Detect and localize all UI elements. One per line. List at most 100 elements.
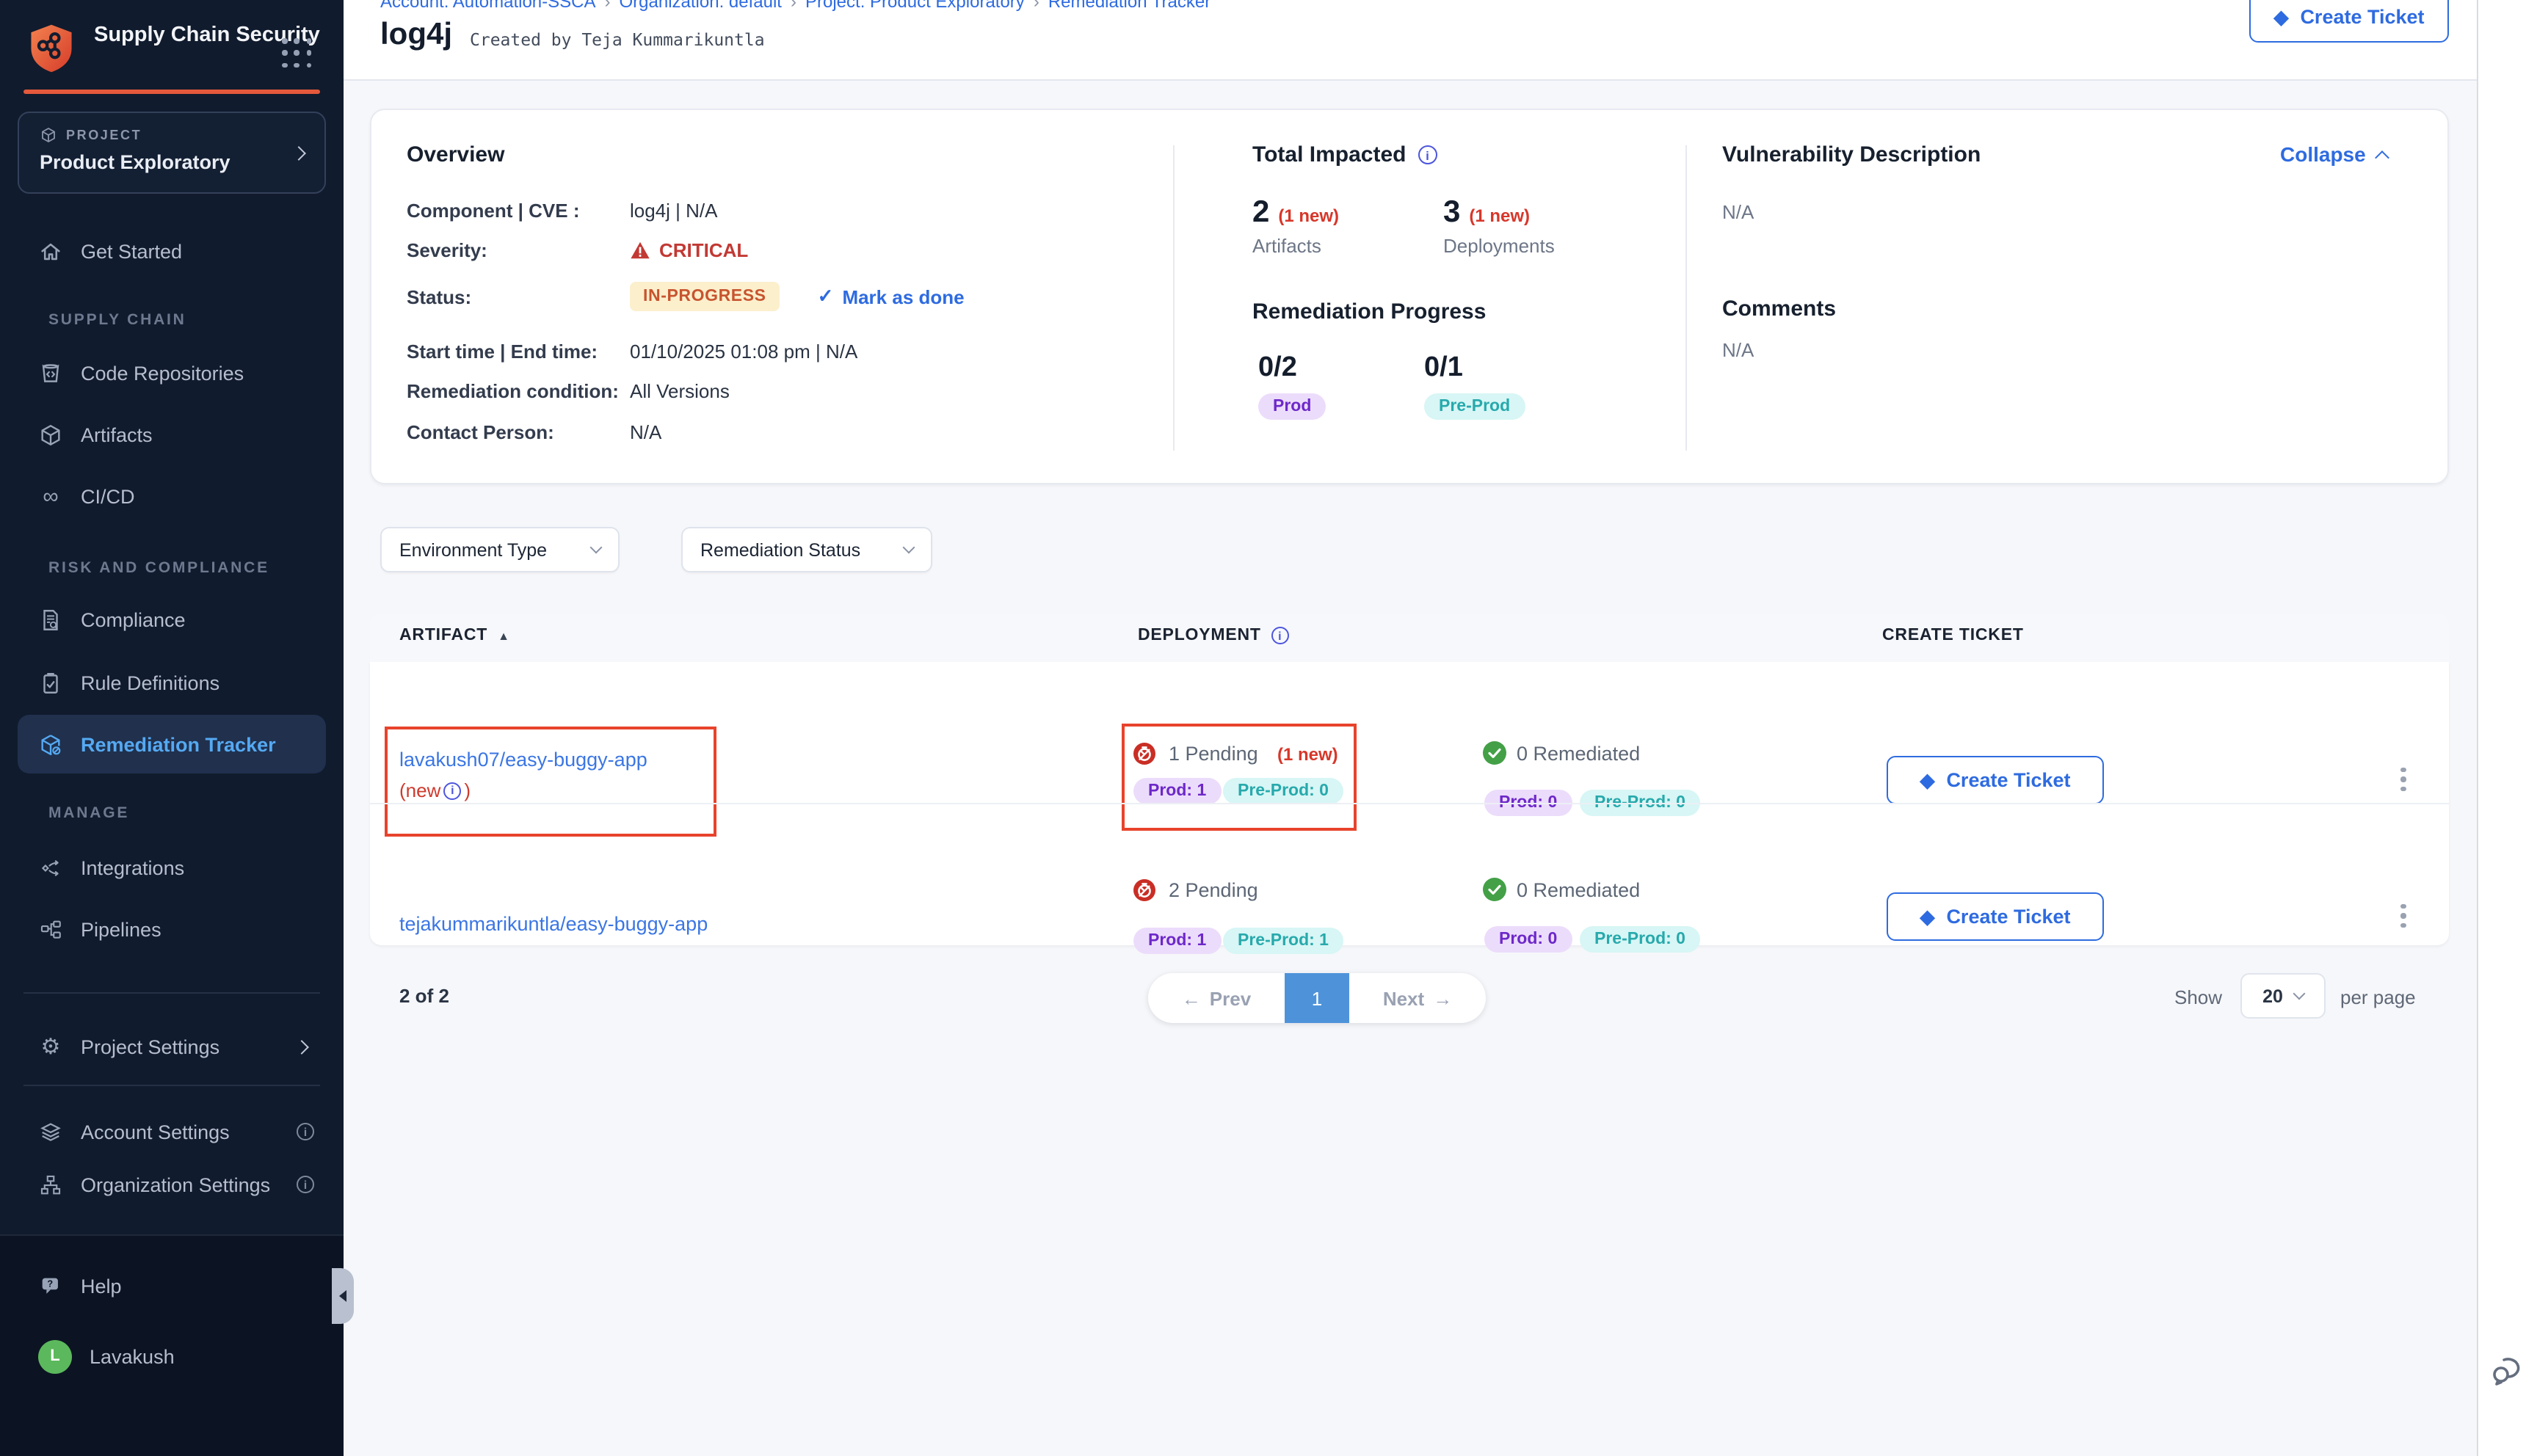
- deployments-label: Deployments: [1443, 235, 1555, 257]
- code-repo-icon: [38, 360, 63, 385]
- sidebar-item-compliance[interactable]: Compliance: [38, 599, 186, 640]
- sidebar-item-label: Artifacts: [81, 423, 153, 445]
- support-chat-icon[interactable]: [2490, 1350, 2528, 1388]
- total-impacted-heading: Total Impacted: [1252, 142, 1407, 167]
- integrations-icon: [38, 855, 63, 880]
- create-ticket-button[interactable]: ◆ Create Ticket: [1887, 892, 2104, 941]
- chevron-down-icon: [590, 542, 603, 554]
- jira-diamond-icon: ◆: [1920, 907, 1934, 926]
- preprod-count-badge: Pre-Prod: 0: [1223, 778, 1343, 804]
- page-size-select[interactable]: 20: [2240, 973, 2326, 1019]
- pipelines-icon: [38, 917, 63, 942]
- sidebar-collapse-handle[interactable]: [332, 1268, 354, 1324]
- pending-new-badge: (1 new): [1277, 744, 1338, 765]
- pending-count: 1 Pending: [1169, 743, 1258, 765]
- sidebar-item-label: Rule Definitions: [81, 671, 219, 694]
- prod-count-badge: Prod: 1: [1133, 778, 1221, 804]
- page-size-value: 20: [2262, 986, 2283, 1006]
- prod-badge: Prod: [1258, 393, 1326, 420]
- create-ticket-button[interactable]: ◆ Create Ticket: [1887, 756, 2104, 804]
- sidebar-item-account-settings[interactable]: Account Settings i: [38, 1111, 326, 1152]
- mark-as-done-link[interactable]: ✓ Mark as done: [818, 285, 965, 308]
- sidebar-item-label: Compliance: [81, 608, 186, 630]
- row-actions-menu[interactable]: [2390, 762, 2417, 797]
- prod-remediated-badge: Prod: 0: [1484, 926, 1572, 953]
- breadcrumb-account[interactable]: Account: Automation-SSCA: [380, 0, 596, 12]
- column-header-artifact[interactable]: ARTIFACT ▲: [399, 627, 510, 644]
- project-label-row: PROJECT: [40, 126, 142, 144]
- app-logo-block: Supply Chain Security: [23, 21, 320, 84]
- preprod-remediated-badge: Pre-Prod: 0: [1580, 926, 1700, 953]
- progress-prod-block: 0/2 Prod: [1258, 352, 1326, 420]
- condition-value: All Versions: [630, 380, 730, 402]
- pending-icon: [1133, 879, 1155, 901]
- sidebar-item-rule-definitions[interactable]: Rule Definitions: [38, 662, 219, 703]
- sidebar-item-remediation-tracker[interactable]: Remediation Tracker: [18, 715, 326, 774]
- artifact-link[interactable]: tejakummarikuntla/easy-buggy-app: [399, 913, 708, 935]
- sidebar-item-artifacts[interactable]: Artifacts: [38, 414, 153, 455]
- show-label: Show: [2174, 986, 2222, 1008]
- progress-preprod-block: 0/1 Pre-Prod: [1424, 352, 1525, 420]
- arrow-right-icon: →: [1433, 987, 1452, 1009]
- section-label-supply-chain: SUPPLY CHAIN: [48, 311, 186, 329]
- info-icon[interactable]: i: [1271, 627, 1289, 644]
- comments-heading: Comments: [1722, 296, 1836, 321]
- info-icon[interactable]: i: [443, 782, 461, 799]
- create-ticket-button[interactable]: ◆ Create Ticket: [2249, 0, 2449, 43]
- sidebar-item-label: Pipelines: [81, 918, 161, 940]
- pagination: ← Prev 1 Next →: [1148, 973, 1486, 1023]
- avatar: L: [38, 1339, 72, 1373]
- created-by-text: Created by Teja Kummarikuntla: [470, 29, 765, 50]
- remediation-status-filter[interactable]: Remediation Status: [681, 527, 932, 572]
- environment-type-filter[interactable]: Environment Type: [380, 527, 620, 572]
- environment-type-label: Environment Type: [399, 539, 547, 560]
- next-page-button[interactable]: Next →: [1349, 973, 1486, 1023]
- breadcrumb-organization[interactable]: Organization: default: [620, 0, 783, 12]
- artifacts-new-badge: (1 new): [1278, 205, 1339, 226]
- info-icon[interactable]: i: [1418, 145, 1437, 164]
- card-divider: [1685, 145, 1687, 451]
- overview-heading: Overview: [407, 142, 504, 167]
- sidebar-item-project-settings[interactable]: ⚙ Project Settings: [38, 1026, 326, 1067]
- sidebar-item-help[interactable]: ? Help: [38, 1265, 122, 1306]
- sidebar-item-cicd[interactable]: ∞ CI/CD: [38, 476, 135, 517]
- sidebar-item-code-repositories[interactable]: Code Repositories: [38, 352, 244, 393]
- infinity-icon: ∞: [38, 485, 63, 507]
- help-chat-icon: ?: [38, 1273, 63, 1298]
- home-icon: [38, 239, 63, 263]
- status-label: Status:: [407, 285, 630, 307]
- sidebar-item-integrations[interactable]: Integrations: [38, 847, 184, 888]
- collapse-link[interactable]: Collapse: [2280, 142, 2388, 166]
- user-menu[interactable]: L Lavakush: [38, 1336, 175, 1377]
- row-actions-menu[interactable]: [2390, 898, 2417, 933]
- scrollbar-gutter[interactable]: [2477, 0, 2537, 1456]
- results-count: 2 of 2: [399, 985, 449, 1007]
- apps-grid-icon[interactable]: [282, 38, 314, 70]
- artifact-link[interactable]: lavakush07/easy-buggy-app: [399, 749, 647, 771]
- sidebar-item-pipelines[interactable]: Pipelines: [38, 909, 161, 950]
- clipboard-check-icon: [38, 670, 63, 695]
- sidebar-item-get-started[interactable]: Get Started: [38, 230, 182, 272]
- artifact-cell: lavakush07/easy-buggy-app (new i ): [399, 747, 647, 801]
- preprod-badge: Pre-Prod: [1424, 393, 1525, 420]
- project-selector[interactable]: PROJECT Product Exploratory: [18, 112, 326, 194]
- cube-icon: [40, 126, 57, 144]
- breadcrumb-current[interactable]: Remediation Tracker: [1048, 0, 1211, 12]
- breadcrumb-project[interactable]: Project: Product Exploratory: [805, 0, 1025, 12]
- time-value: 01/10/2025 01:08 pm | N/A: [630, 341, 857, 363]
- time-label: Start time | End time:: [407, 341, 630, 363]
- sidebar: Supply Chain Security PROJECT Product Ex…: [0, 0, 344, 1456]
- table-header-row: ARTIFACT ▲ DEPLOYMENT i CREATE TICKET: [370, 614, 2449, 662]
- card-divider: [1173, 145, 1175, 451]
- shield-logo-icon: [23, 21, 79, 84]
- chevron-up-icon: [2376, 150, 2390, 164]
- vulnerability-description-heading: Vulnerability Description: [1722, 142, 1981, 167]
- document-search-icon: [38, 607, 63, 632]
- page-number-button[interactable]: 1: [1285, 973, 1349, 1023]
- impacted-artifacts-block: 2 (1 new) Artifacts: [1252, 195, 1339, 257]
- prev-page-button[interactable]: ← Prev: [1148, 973, 1285, 1023]
- overview-row-contact: Contact Person: N/A: [407, 421, 661, 443]
- remediated-check-icon: [1483, 878, 1506, 901]
- artifact-new-indicator: (new i ): [399, 779, 647, 801]
- sidebar-item-organization-settings[interactable]: Organization Settings i: [38, 1164, 326, 1205]
